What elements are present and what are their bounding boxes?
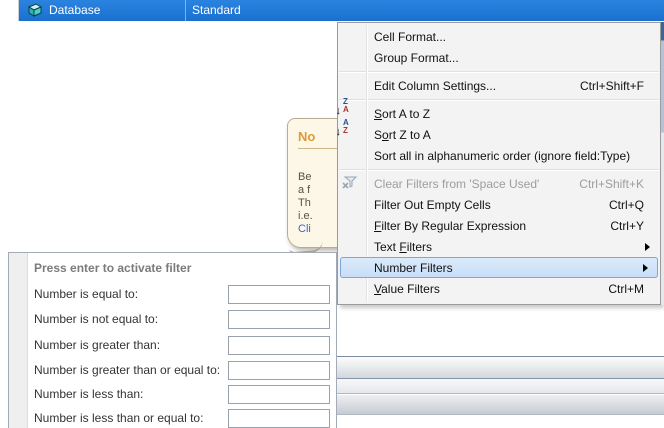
filter-row: Number is less than or equal to:: [34, 409, 331, 428]
table-row[interactable]: Database Standard: [19, 0, 664, 21]
filter-row: Number is greater than or equal to:: [34, 361, 331, 380]
menu-item-sort-z-to-a[interactable]: ZA↓ Sort Z to A: [338, 124, 660, 145]
filter-value-input[interactable]: [228, 361, 330, 380]
column-divider: [185, 0, 186, 21]
filter-row-label: Number is greater than or equal to:: [34, 363, 220, 377]
menu-item-label: Edit Column Settings...: [374, 79, 496, 93]
number-filter-panel: Press enter to activate filter Number is…: [8, 252, 337, 428]
menu-item-text-filters[interactable]: Text Filters: [338, 236, 660, 257]
filter-value-input[interactable]: [228, 285, 330, 304]
menu-item-shortcut: Ctrl+M: [588, 282, 652, 296]
filter-row-label: Number is less than:: [34, 387, 143, 401]
horizontal-scrollbar[interactable]: [330, 356, 664, 379]
menu-item-sort-all-in-alphanumeric-order-ignore-field-type[interactable]: Sort all in alphanumeric order (ignore f…: [338, 145, 660, 166]
menu-item-number-filters[interactable]: Number Filters: [340, 257, 658, 278]
clear-filter-icon: [342, 176, 362, 192]
menu-item-filter-out-empty-cells[interactable]: Filter Out Empty Cells Ctrl+Q: [338, 194, 660, 215]
bottom-scrollbar-area[interactable]: [330, 356, 664, 418]
menu-item-label: Text Filters: [374, 240, 432, 254]
menu-item-shortcut: Ctrl+Shift+K: [559, 177, 652, 191]
menu-item-label: Filter By Regular Expression: [374, 219, 526, 233]
menu-item-sort-a-to-z[interactable]: AZ↓Sort A to Z: [338, 103, 660, 124]
menu-separator: [338, 68, 660, 75]
menu-item-filter-by-regular-expression[interactable]: Filter By Regular Expression Ctrl+Y: [338, 215, 660, 236]
status-band: [330, 379, 664, 394]
filter-value-input[interactable]: [228, 336, 330, 355]
sort-za-icon: ZA↓: [342, 127, 362, 143]
menu-separator: [338, 166, 660, 173]
menu-item-shortcut: Ctrl+Shift+F: [560, 79, 652, 93]
database-icon: [27, 2, 43, 21]
menu-item-label: Number Filters: [374, 261, 453, 275]
status-band: [330, 395, 664, 415]
filter-value-input[interactable]: [228, 409, 330, 428]
submenu-arrow-icon: [643, 264, 648, 272]
menu-item-label: Sort Z to A: [374, 128, 431, 142]
menu-item-label: Sort A to Z: [374, 107, 430, 121]
filter-row-label: Number is less than or equal to:: [34, 411, 203, 425]
filter-row: Number is greater than:: [34, 336, 331, 355]
filter-row-label: Number is greater than:: [34, 338, 160, 352]
menu-item-clear-filters-from-space-used: Clear Filters from 'Space Used' Ctrl+Shif…: [338, 173, 660, 194]
filter-row: Number is not equal to:: [34, 310, 331, 329]
row-indicator-cell[interactable]: [0, 0, 19, 21]
filter-row: Number is less than:: [34, 385, 331, 404]
menu-item-label: Clear Filters from 'Space Used': [374, 177, 539, 191]
context-menu-items: Cell Format... Group Format... Edit Column…: [338, 26, 660, 299]
filter-value-input[interactable]: [228, 310, 330, 329]
context-menu: Cell Format... Group Format... Edit Column…: [337, 22, 661, 305]
menu-item-label: Value Filters: [374, 282, 440, 296]
filter-panel-gutter: [9, 253, 28, 428]
submenu-arrow-icon: [645, 243, 650, 251]
filter-row: Number is equal to:: [34, 285, 331, 304]
app-window: Database File Type Database Type Logical…: [0, 0, 664, 428]
filter-panel-title: Press enter to activate filter: [34, 261, 191, 275]
menu-item-label: Filter Out Empty Cells: [374, 198, 491, 212]
menu-item-value-filters[interactable]: Value Filters Ctrl+M: [338, 278, 660, 299]
filter-value-input[interactable]: [228, 385, 330, 404]
menu-separator: [338, 96, 660, 103]
menu-item-label: Group Format...: [374, 51, 459, 65]
menu-item-edit-column-settings[interactable]: Edit Column Settings... Ctrl+Shift+F: [338, 75, 660, 96]
menu-item-label: Sort all in alphanumeric order (ignore f…: [374, 149, 630, 163]
menu-item-label: Cell Format...: [374, 30, 446, 44]
menu-item-shortcut: Ctrl+Y: [590, 219, 652, 233]
cell-database-file-type: Database: [49, 0, 100, 21]
filter-row-label: Number is equal to:: [34, 287, 138, 301]
menu-item-group-format[interactable]: Group Format...: [338, 47, 660, 68]
cell-database-type: Standard: [192, 0, 241, 21]
menu-item-shortcut: Ctrl+Q: [589, 198, 652, 212]
filter-row-label: Number is not equal to:: [34, 312, 158, 326]
menu-item-cell-format[interactable]: Cell Format...: [338, 26, 660, 47]
